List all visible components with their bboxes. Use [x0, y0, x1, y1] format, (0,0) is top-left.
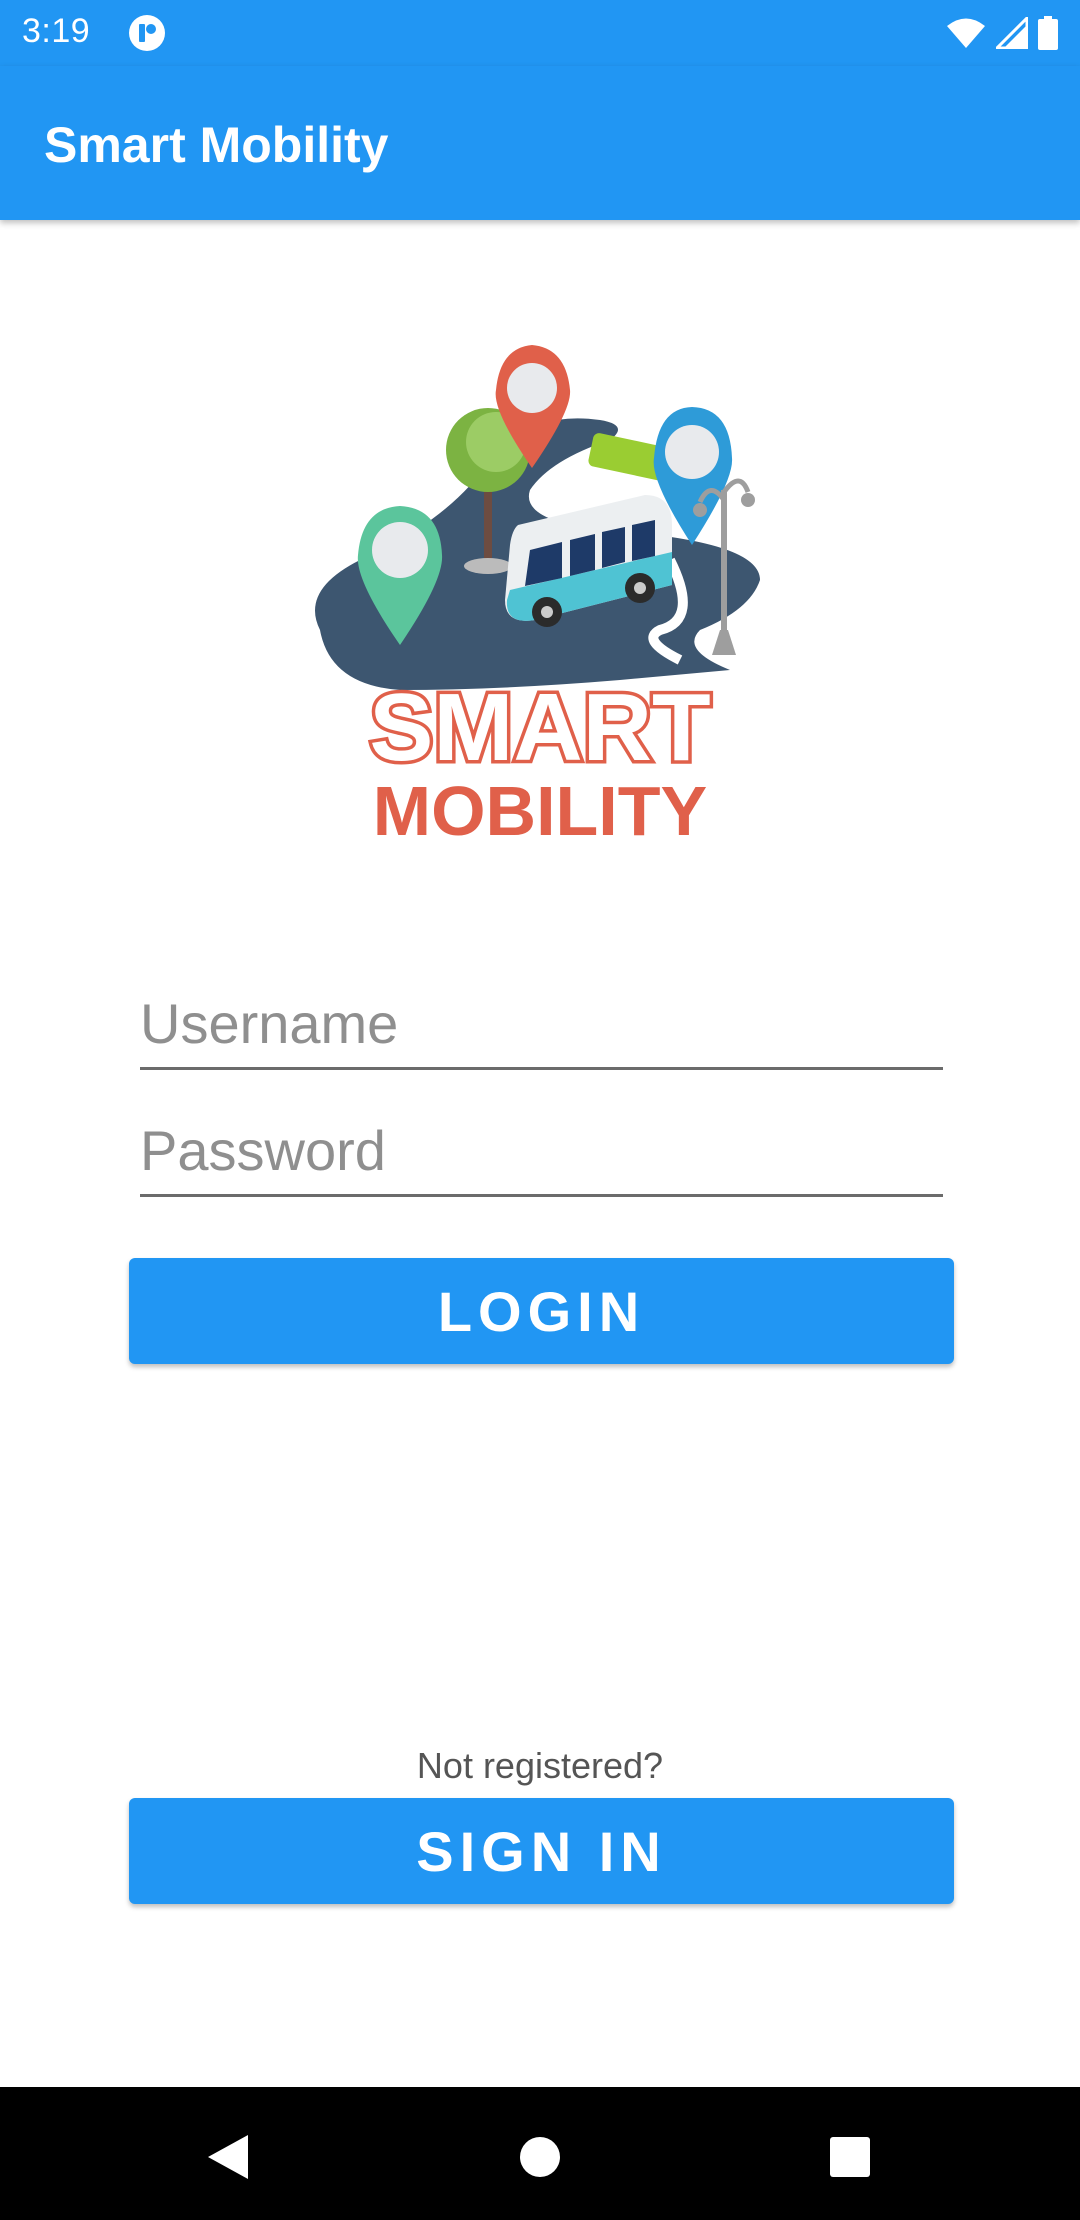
status-bar: 3:19	[0, 0, 1080, 66]
app-bar: Smart Mobility	[0, 66, 1080, 220]
status-icons	[946, 14, 1058, 52]
recents-icon	[830, 2137, 870, 2177]
password-field[interactable]	[140, 1113, 943, 1197]
home-button[interactable]	[500, 2117, 580, 2197]
signal-icon	[996, 17, 1028, 49]
wifi-icon	[947, 18, 985, 48]
status-time: 3:19	[22, 12, 91, 50]
not-registered-label: Not registered?	[416, 1745, 664, 1786]
app-title: Smart Mobility	[44, 117, 389, 173]
back-icon	[208, 2135, 248, 2179]
recents-button[interactable]	[810, 2117, 890, 2197]
back-button[interactable]	[188, 2117, 268, 2197]
username-field[interactable]	[140, 986, 943, 1070]
home-icon	[520, 2137, 560, 2177]
system-nav-bar	[0, 2087, 1080, 2220]
battery-icon	[1038, 16, 1058, 50]
app-notification-icon	[129, 15, 165, 51]
logo-text-mobility: MOBILITY	[373, 772, 707, 850]
logo-text-smart: SMART	[369, 674, 710, 781]
login-button[interactable]: LOGIN	[129, 1258, 954, 1364]
sign-in-button[interactable]: SIGN IN	[129, 1798, 954, 1904]
smart-mobility-logo: SMART MOBILITY	[315, 345, 760, 850]
